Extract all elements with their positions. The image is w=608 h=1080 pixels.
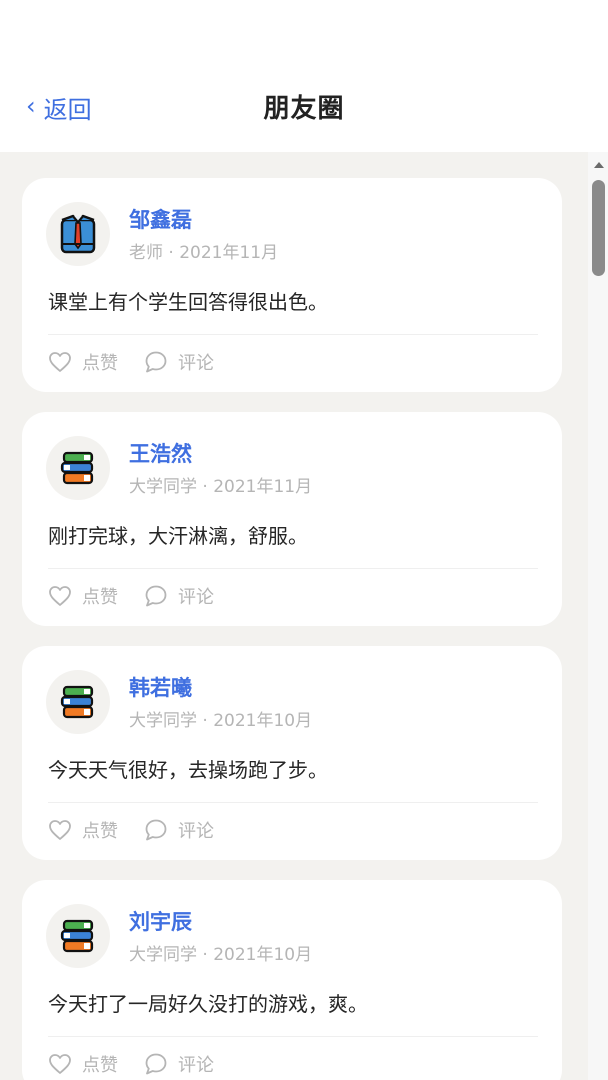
author-name[interactable]: 韩若曦 <box>129 672 192 702</box>
comment-button[interactable]: 评论 <box>144 583 214 609</box>
top-bar: ‹ 返回 朋友圈 <box>0 0 608 152</box>
avatar <box>46 202 110 266</box>
post-actions: 点赞 评论 <box>48 576 214 616</box>
comment-button[interactable]: 评论 <box>144 1051 214 1077</box>
post-card: 邹鑫磊 老师 · 2021年11月 课堂上有个学生回答得很出色。 点赞 评论 <box>22 178 562 392</box>
comment-button[interactable]: 评论 <box>144 349 214 375</box>
books-icon <box>60 919 94 953</box>
books-icon <box>60 451 94 485</box>
post-actions: 点赞 评论 <box>48 1044 214 1080</box>
like-label: 点赞 <box>82 587 118 608</box>
comment-bubble-icon <box>145 819 167 841</box>
avatar <box>46 670 110 734</box>
post-meta: 大学同学 · 2021年10月 <box>129 945 313 965</box>
scroll-up-arrow-icon[interactable] <box>594 162 604 168</box>
comment-bubble-icon <box>145 585 167 607</box>
divider <box>48 334 538 335</box>
avatar <box>46 904 110 968</box>
author-name[interactable]: 王浩然 <box>129 438 192 468</box>
comment-button[interactable]: 评论 <box>144 817 214 843</box>
like-button[interactable]: 点赞 <box>48 817 118 843</box>
heart-icon <box>49 352 71 372</box>
heart-icon <box>49 586 71 606</box>
post-meta: 大学同学 · 2021年11月 <box>129 477 313 497</box>
books-icon <box>60 685 94 719</box>
post-meta: 老师 · 2021年11月 <box>129 243 279 263</box>
like-label: 点赞 <box>82 1055 118 1076</box>
post-content: 刚打完球，大汗淋漓，舒服。 <box>48 524 308 548</box>
post-actions: 点赞 评论 <box>48 342 214 382</box>
scrollbar[interactable] <box>588 152 608 1080</box>
like-button[interactable]: 点赞 <box>48 583 118 609</box>
divider <box>48 568 538 569</box>
like-label: 点赞 <box>82 821 118 842</box>
like-button[interactable]: 点赞 <box>48 349 118 375</box>
shirt-tie-icon <box>60 214 96 254</box>
comment-bubble-icon <box>145 1053 167 1075</box>
divider <box>48 1036 538 1037</box>
app-screen: ‹ 返回 朋友圈 邹鑫磊 老师 · 2021年11月 课堂上有个学生回答得很出色… <box>0 0 608 1080</box>
page-title: 朋友圈 <box>263 94 345 124</box>
heart-icon <box>49 820 71 840</box>
post-card: 王浩然 大学同学 · 2021年11月 刚打完球，大汗淋漓，舒服。 点赞 评论 <box>22 412 562 626</box>
post-content: 今天天气很好，去操场跑了步。 <box>48 758 328 782</box>
post-actions: 点赞 评论 <box>48 810 214 850</box>
divider <box>48 802 538 803</box>
author-name[interactable]: 刘宇辰 <box>129 906 192 936</box>
scrollbar-thumb[interactable] <box>592 180 605 276</box>
post-card: 韩若曦 大学同学 · 2021年10月 今天天气很好，去操场跑了步。 点赞 评论 <box>22 646 562 860</box>
comment-label: 评论 <box>178 821 214 842</box>
post-content: 今天打了一局好久没打的游戏，爽。 <box>48 992 368 1016</box>
like-button[interactable]: 点赞 <box>48 1051 118 1077</box>
post-card: 刘宇辰 大学同学 · 2021年10月 今天打了一局好久没打的游戏，爽。 点赞 … <box>22 880 562 1080</box>
author-name[interactable]: 邹鑫磊 <box>129 204 192 234</box>
heart-icon <box>49 1054 71 1074</box>
comment-label: 评论 <box>178 587 214 608</box>
comment-label: 评论 <box>178 353 214 374</box>
comment-label: 评论 <box>178 1055 214 1076</box>
avatar <box>46 436 110 500</box>
post-meta: 大学同学 · 2021年10月 <box>129 711 313 731</box>
post-content: 课堂上有个学生回答得很出色。 <box>48 290 328 314</box>
comment-bubble-icon <box>145 351 167 373</box>
like-label: 点赞 <box>82 353 118 374</box>
moments-feed[interactable]: 邹鑫磊 老师 · 2021年11月 课堂上有个学生回答得很出色。 点赞 评论 王… <box>0 152 588 1080</box>
